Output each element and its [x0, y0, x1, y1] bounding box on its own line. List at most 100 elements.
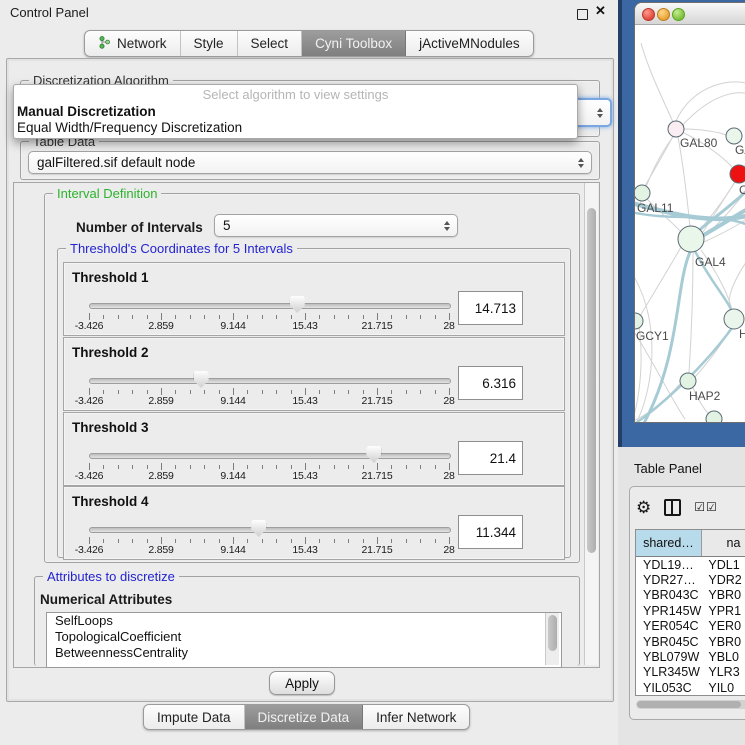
select-columns-checkboxes-icon[interactable]: ☑☑	[694, 500, 718, 514]
slider-thumb[interactable]	[366, 446, 381, 463]
threshold-panel-3: Threshold 3 -3.4262.8599.14415.4321.7152…	[63, 412, 565, 486]
network-node[interactable]	[635, 313, 643, 329]
network-node-label: GCY1	[636, 329, 669, 343]
tab-impute-data[interactable]: Impute Data	[144, 705, 245, 729]
combo-arrows-icon	[597, 108, 603, 118]
table-panel-toolbar: ⚙ ☑☑	[636, 495, 745, 519]
columns-icon[interactable]	[664, 499, 681, 516]
network-nodes: GAL80GACGAL11GAL4GCY1HHAP2	[635, 121, 745, 422]
list-item[interactable]: TopologicalCoefficient	[47, 629, 561, 645]
tab-jactivemnodules[interactable]: jActiveMNodules	[406, 31, 533, 56]
network-node[interactable]	[730, 165, 745, 183]
table-row[interactable]: YIL053CYIL0	[636, 680, 745, 695]
column-header-shared[interactable]: shared…	[636, 530, 702, 556]
zoom-window-icon[interactable]	[672, 8, 685, 21]
threshold-value-box[interactable]: 11.344	[458, 515, 523, 549]
table-header: shared… na	[636, 530, 745, 557]
slider-thumb[interactable]	[290, 296, 305, 313]
tab-style[interactable]: Style	[181, 31, 238, 56]
attributes-list-vscrollbar-thumb[interactable]	[548, 615, 557, 651]
minimize-window-icon[interactable]	[657, 8, 670, 21]
network-node-label: HAP2	[689, 389, 721, 403]
network-node-label: H	[739, 327, 745, 341]
threshold-slider[interactable]	[89, 453, 451, 459]
interval-definition-title: Interval Definition	[53, 186, 161, 201]
top-tab-bar: Network Style Select Cyni Toolbox jActiv…	[84, 30, 534, 57]
close-window-icon[interactable]	[642, 8, 655, 21]
settings-vscrollbar-thumb[interactable]	[587, 208, 596, 553]
combo-arrows-icon	[444, 221, 450, 231]
threshold-panel-4: Threshold 4 -3.4262.8599.14415.4321.7152…	[63, 486, 565, 560]
algorithm-option-manual[interactable]: Manual Discretization	[17, 104, 156, 119]
network-node-label: GAL4	[695, 255, 726, 269]
gear-icon[interactable]: ⚙	[636, 499, 651, 516]
tab-network-label: Network	[117, 36, 167, 51]
table-row[interactable]: YDL19…YDL1	[636, 557, 745, 572]
panel-title: Control Panel	[10, 5, 89, 20]
network-node[interactable]	[635, 185, 650, 201]
tab-cyni-toolbox[interactable]: Cyni Toolbox	[302, 31, 406, 56]
apply-button[interactable]: Apply	[269, 671, 335, 695]
num-intervals-spinner[interactable]: 5	[214, 214, 458, 237]
tab-network[interactable]: Network	[85, 31, 181, 56]
numerical-attributes-list: SelfLoopsTopologicalCoefficientBetweenne…	[46, 612, 562, 668]
network-node-label: GAL11	[637, 201, 674, 215]
close-panel-icon[interactable]: ✕	[595, 3, 606, 19]
threshold-panel-2: Threshold 2 -3.4262.8599.14415.4321.7152…	[63, 337, 565, 411]
network-canvas[interactable]: GAL80GACGAL11GAL4GCY1HHAP2	[635, 25, 745, 422]
list-item[interactable]: BetweennessCentrality	[47, 645, 561, 661]
attributes-list-vscrollbar[interactable]	[545, 613, 559, 665]
table-hscrollbar-thumb[interactable]	[637, 701, 741, 708]
network-node[interactable]	[680, 373, 696, 389]
tab-discretize-data[interactable]: Discretize Data	[245, 705, 364, 729]
tab-infer-network[interactable]: Infer Network	[363, 705, 469, 729]
table-row[interactable]: YPR145WYPR1	[636, 603, 745, 618]
right-zone: GAL80GACGAL11GAL4GCY1HHAP2 Table Panel ⚙…	[618, 0, 745, 745]
float-panel-icon[interactable]	[577, 9, 588, 20]
algorithm-option-equal-width[interactable]: Equal Width/Frequency Discretization	[17, 120, 242, 135]
table-panel: ⚙ ☑☑ shared… na YDL19…YDL1YDR27…YDR2YBR0…	[629, 486, 745, 720]
threshold-value-box[interactable]: 14.713	[458, 291, 523, 325]
table-row[interactable]: YDR27…YDR2	[636, 572, 745, 587]
threshold-value-box[interactable]: 21.4	[458, 441, 523, 475]
threshold-slider[interactable]	[89, 378, 451, 384]
threshold-label: Threshold 1	[72, 270, 149, 285]
threshold-slider[interactable]	[89, 303, 451, 309]
table-hscrollbar[interactable]	[636, 700, 745, 709]
combo-arrows-icon	[578, 158, 584, 168]
threshold-value-box[interactable]: 6.316	[458, 366, 523, 400]
table-row[interactable]: YLR345WYLR3	[636, 665, 745, 680]
threshold-slider[interactable]	[89, 527, 451, 533]
slider-tick-labels: -3.4262.8599.14415.4321.71528	[89, 320, 449, 332]
tab-select[interactable]: Select	[238, 31, 303, 56]
num-intervals-label: Number of Intervals	[76, 220, 203, 235]
algorithm-prompt: Select algorithm to view settings	[14, 87, 577, 102]
slider-thumb[interactable]	[194, 371, 209, 388]
network-node[interactable]	[678, 226, 704, 252]
table-data-combobox[interactable]: galFiltered.sif default node	[28, 151, 592, 174]
slider-tick-labels: -3.4262.8599.14415.4321.71528	[89, 395, 449, 407]
table-row[interactable]: YBL079WYBL0	[636, 649, 745, 664]
network-node[interactable]	[726, 128, 742, 144]
network-node-label: GAL80	[680, 136, 718, 150]
bottom-tab-bar: Impute Data Discretize Data Infer Networ…	[143, 704, 470, 730]
list-item[interactable]: SelfLoops	[47, 613, 561, 629]
table-data-value: galFiltered.sif default node	[37, 155, 195, 170]
numerical-attributes-label: Numerical Attributes	[40, 592, 172, 607]
table-row[interactable]: YER054CYER0	[636, 619, 745, 634]
network-canvas-svg: GAL80GACGAL11GAL4GCY1HHAP2	[635, 25, 745, 422]
table-row[interactable]: YBR045CYBR0	[636, 634, 745, 649]
threshold-label: Threshold 3	[72, 420, 149, 435]
network-node[interactable]	[706, 411, 722, 422]
settings-vscrollbar[interactable]	[584, 183, 598, 665]
table-row[interactable]: YBR043CYBR0	[636, 588, 745, 603]
network-node[interactable]	[724, 309, 744, 329]
slider-thumb[interactable]	[251, 520, 266, 537]
node-table: shared… na YDL19…YDL1YDR27…YDR2YBR043CYB…	[635, 529, 745, 696]
table-panel-title: Table Panel	[634, 461, 702, 476]
network-node-label: C	[739, 183, 745, 197]
threshold-label: Threshold 2	[72, 345, 149, 360]
network-node[interactable]	[668, 121, 684, 137]
column-header-name[interactable]: na	[702, 530, 745, 556]
network-window-titlebar[interactable]	[635, 3, 745, 25]
